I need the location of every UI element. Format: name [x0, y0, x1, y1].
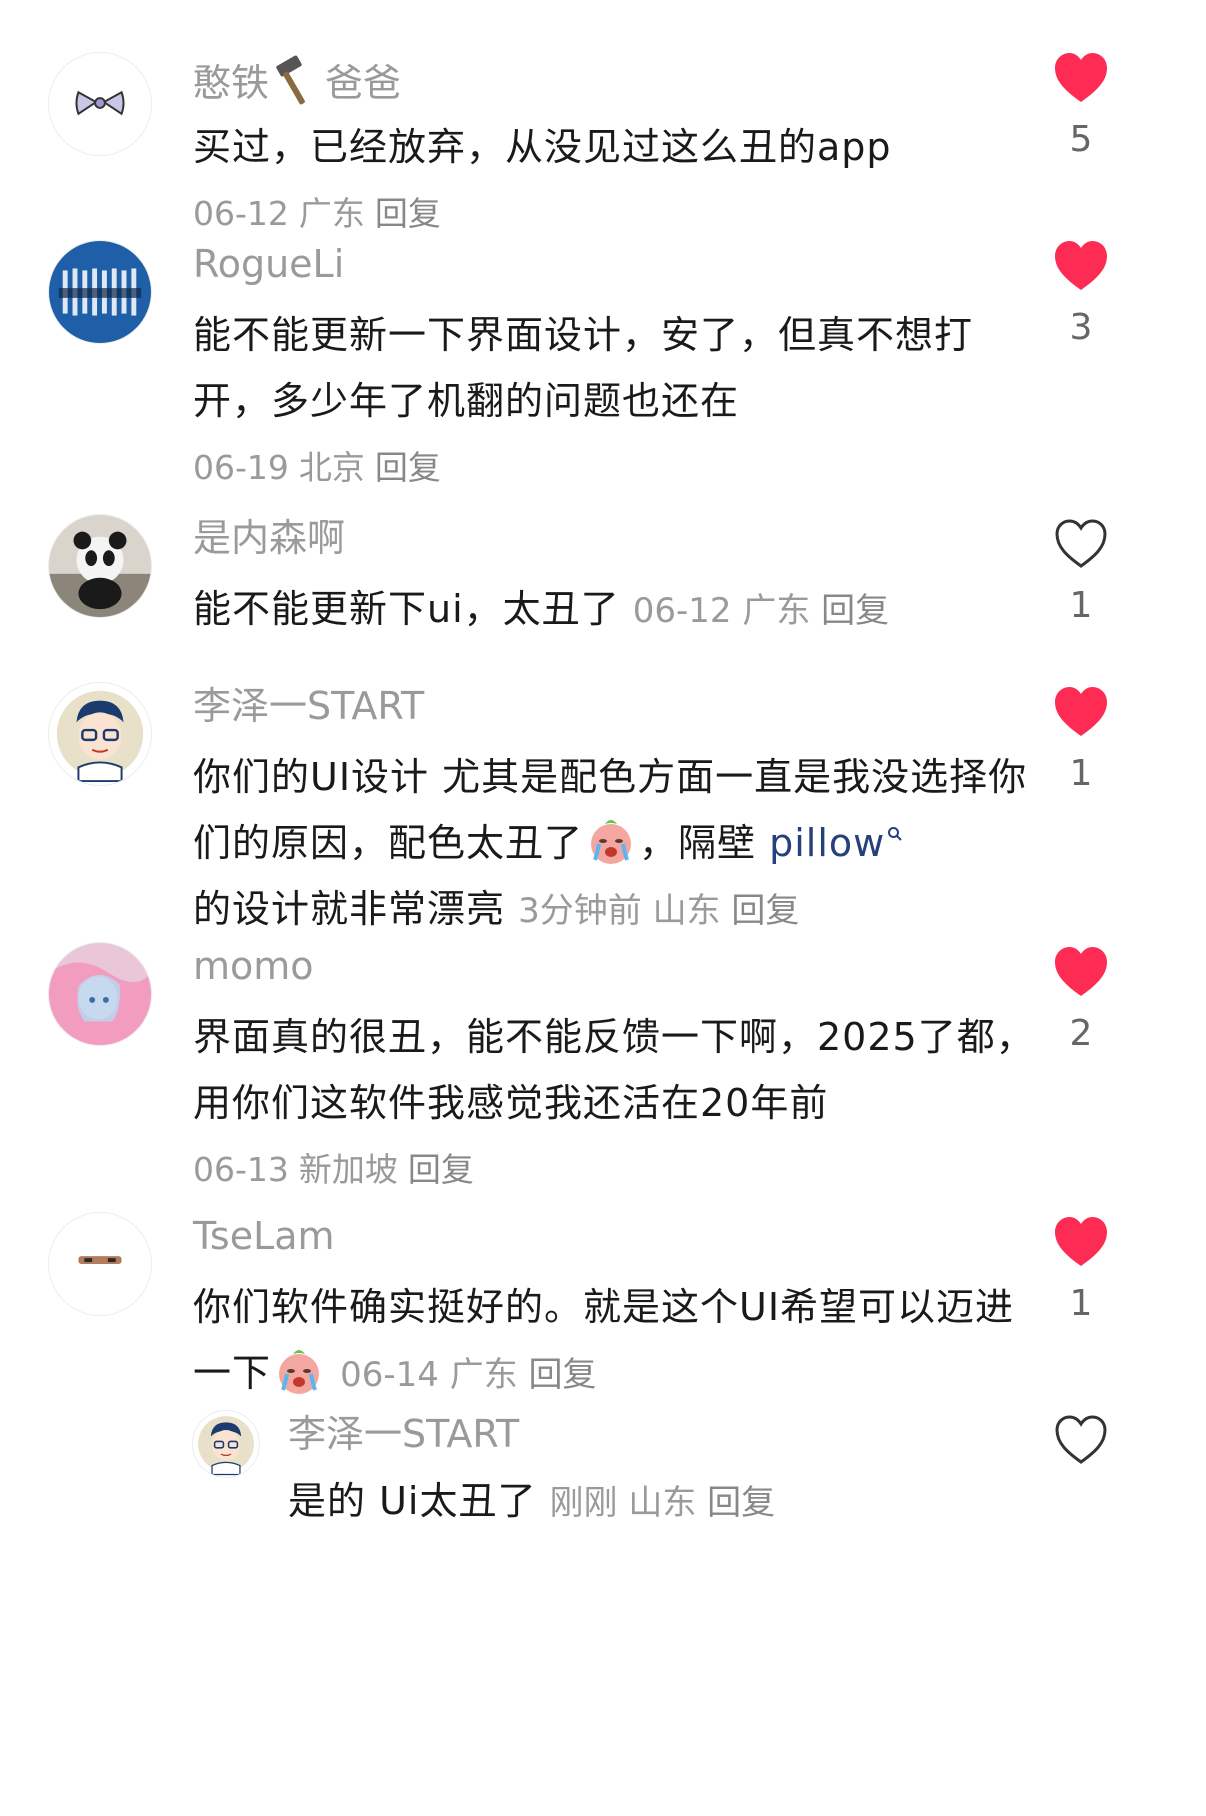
heart-filled-icon[interactable] — [1053, 686, 1109, 738]
reply-button[interactable]: 回复 — [731, 891, 799, 931]
like-control[interactable]: 5 — [1036, 52, 1126, 162]
like-control[interactable]: 1 — [1036, 1216, 1126, 1326]
comment-location: 山东 — [652, 891, 721, 931]
heart-outline-icon[interactable] — [1053, 1414, 1109, 1466]
comment-text: 你们软件确实挺好的。就是这个UI希望可以迈进一下 06-14 广东 回复 — [193, 1285, 1015, 1396]
cartoon-man-avatar — [49, 683, 151, 785]
comment-location: 北京 — [298, 448, 365, 487]
anime-girl-avatar — [49, 943, 151, 1045]
reply-button[interactable]: 回复 — [408, 1150, 474, 1189]
reply-button[interactable]: 回复 — [375, 194, 441, 233]
like-control[interactable]: 3 — [1036, 240, 1126, 350]
comment-text: 能不能更新下ui，太丑了 06-12 广东 回复 — [193, 587, 890, 631]
blue-pattern-avatar — [49, 241, 151, 343]
like-control[interactable]: 1 — [1036, 686, 1126, 796]
username[interactable]: RogueLi — [193, 240, 1043, 290]
username[interactable]: 是内森啊 — [193, 514, 1043, 564]
panda-avatar — [49, 515, 151, 617]
comment-date: 06-14 — [340, 1355, 439, 1395]
heart-filled-icon[interactable] — [1053, 240, 1109, 292]
comment-location: 新加坡 — [298, 1150, 398, 1189]
comment-location: 山东 — [628, 1483, 697, 1523]
comment-location: 广东 — [298, 194, 365, 233]
like-control[interactable]: 1 — [1036, 518, 1126, 628]
user-avatar[interactable] — [48, 942, 152, 1046]
username[interactable]: 憨铁 爸爸 — [193, 52, 1043, 105]
username[interactable]: 李泽一START — [288, 1410, 1048, 1460]
comment-date: 3分钟前 — [518, 891, 642, 931]
like-count: 3 — [1069, 307, 1093, 348]
cartoon-man-avatar — [193, 1411, 259, 1477]
user-avatar[interactable] — [48, 240, 152, 344]
user-avatar[interactable] — [48, 52, 152, 156]
search-icon — [888, 827, 902, 842]
user-avatar[interactable] — [48, 514, 152, 618]
reply-button[interactable]: 回复 — [375, 448, 441, 487]
comment-meta: 06-13 新加坡 回复 — [193, 1146, 1043, 1194]
comment-text: 买过，已经放弃，从没见过这么丑的app — [193, 125, 892, 169]
crying-emoji-icon — [273, 1344, 325, 1396]
heart-outline-icon[interactable] — [1053, 518, 1109, 570]
comment-date: 06-19 — [193, 448, 289, 487]
like-control[interactable] — [1036, 1414, 1126, 1466]
user-avatar[interactable] — [192, 1410, 260, 1478]
comment-date: 06-12 — [632, 591, 732, 631]
comment-location: 广东 — [449, 1355, 518, 1395]
comment-date: 06-13 — [193, 1150, 289, 1189]
comment-meta: 刚刚 山东 回复 — [550, 1483, 776, 1523]
like-count: 5 — [1069, 119, 1093, 160]
username[interactable]: TseLam — [193, 1212, 1043, 1262]
face-avatar — [49, 1213, 151, 1315]
user-avatar[interactable] — [48, 1212, 152, 1316]
like-count: 1 — [1069, 753, 1093, 794]
comment-meta: 06-14 广东 回复 — [340, 1355, 596, 1395]
hammer-icon — [269, 52, 325, 108]
comment-location: 广东 — [742, 591, 811, 631]
comment-date: 刚刚 — [549, 1483, 618, 1523]
like-count: 1 — [1069, 1283, 1093, 1324]
like-count: 1 — [1069, 585, 1093, 626]
heart-filled-icon[interactable] — [1053, 52, 1109, 104]
comment-text: 能不能更新一下界面设计，安了，但真不想打开，多少年了机翻的问题也还在 — [193, 313, 974, 423]
search-link[interactable]: pillow — [769, 821, 903, 865]
username[interactable]: 李泽一START — [193, 682, 1043, 732]
comment-meta: 3分钟前 山东 回复 — [518, 891, 799, 931]
crying-emoji-icon — [585, 814, 637, 866]
reply-button[interactable]: 回复 — [529, 1355, 597, 1395]
comment-text: 是的 Ui太丑了 刚刚 山东 回复 — [288, 1479, 776, 1523]
comment-meta: 06-19 北京 回复 — [193, 444, 1043, 492]
reply-button[interactable]: 回复 — [707, 1483, 775, 1523]
like-count: 2 — [1069, 1013, 1093, 1054]
like-control[interactable]: 2 — [1036, 946, 1126, 1056]
heart-filled-icon[interactable] — [1053, 1216, 1109, 1268]
heart-filled-icon[interactable] — [1053, 946, 1109, 998]
username[interactable]: momo — [193, 942, 1043, 992]
reply-button[interactable]: 回复 — [821, 591, 889, 631]
comment-meta: 06-12 广东 回复 — [193, 190, 1043, 238]
bow-icon — [49, 53, 151, 155]
comment-meta: 06-12 广东 回复 — [633, 591, 889, 631]
user-avatar[interactable] — [48, 682, 152, 786]
comment-text: 界面真的很丑，能不能反馈一下啊，2025了都，用你们这软件我感觉我还活在20年前 — [193, 1015, 1035, 1125]
comment-text: 你们的UI设计 尤其是配色方面一直是我没选择你们的原因，配色太丑了 ，隔壁 pil… — [193, 755, 1028, 931]
comment-date: 06-12 — [193, 194, 289, 233]
